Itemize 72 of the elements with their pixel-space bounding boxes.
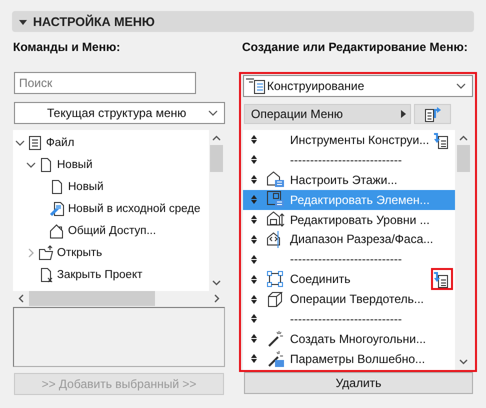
drag-handle-icon (251, 294, 257, 304)
drag-handle-icon (251, 155, 257, 164)
panel-label: Команды и Меню: (13, 40, 122, 56)
scroll-left-icon (18, 294, 24, 303)
section-title: НАСТРОЙКА МЕНЮ (33, 14, 155, 28)
plan-list-icon (266, 190, 285, 210)
collapse-triangle-icon[interactable] (19, 18, 27, 26)
expanded-chevron-icon[interactable] (15, 138, 25, 148)
menu-list-icon (245, 77, 267, 95)
document-icon (38, 157, 54, 173)
drag-handle-icon (251, 234, 257, 244)
menu-operations-button[interactable]: Операции Меню (244, 104, 411, 124)
drag-handle-icon (251, 314, 257, 324)
drag-handle-icon (251, 334, 257, 344)
scroll-right-icon (214, 294, 220, 303)
menu-item-row[interactable]: Операции Твердотель... (243, 289, 455, 310)
document-insert-icon[interactable] (433, 132, 451, 148)
section-header[interactable]: НАСТРОЙКА МЕНЮ (12, 11, 474, 32)
caret-icon (208, 108, 218, 118)
magic-wand-icon (266, 329, 285, 348)
submenu-arrow-icon (401, 110, 407, 118)
menu-item-row[interactable]: Создать Многоугольни... (243, 328, 455, 349)
tree-item[interactable]: Новый (68, 181, 104, 193)
tree-item[interactable]: Закрыть Проект (57, 269, 142, 281)
tree-item[interactable]: Файл (46, 137, 74, 149)
document-icon (49, 179, 65, 195)
document-cross-icon (38, 267, 54, 283)
menu-item-row[interactable]: Настроить Этажи... (243, 170, 455, 190)
scroll-thumb[interactable] (29, 291, 155, 306)
tree-item[interactable]: Новый (57, 159, 92, 171)
house-list-icon (266, 170, 285, 190)
house-levels-icon (266, 210, 285, 229)
magic-wand-list-icon (266, 349, 285, 368)
search-field[interactable]: Поиск (14, 72, 196, 94)
drag-handle-icon (251, 254, 257, 264)
tree-item[interactable]: Общий Доступ... (68, 225, 156, 237)
list-icon (27, 135, 43, 151)
menu-item-row[interactable]: Диапазон Разреза/Фаса... (243, 229, 455, 250)
document-upload-icon (424, 106, 442, 122)
drag-handle-icon (251, 135, 257, 144)
document-brush-icon (49, 201, 65, 217)
scroll-down-icon (459, 359, 468, 365)
tree-item[interactable]: Открыть (57, 247, 102, 259)
menu-item-row[interactable]: Инструменты Конструи... (243, 130, 455, 150)
structure-dropdown[interactable]: Текущая структура меню (14, 102, 225, 124)
delete-button[interactable]: Удалить (244, 372, 473, 394)
menu-item-row[interactable]: Соединить (243, 269, 455, 290)
drag-handle-icon (251, 354, 257, 364)
scroll-thumb[interactable] (210, 145, 222, 172)
folder-icon (38, 245, 54, 261)
scroll-up-icon (212, 135, 220, 141)
drag-handle-icon (251, 274, 257, 284)
menu-item-row[interactable]: ---------------------------- (243, 309, 455, 329)
panel-label: Создание или Редактирование Меню: (242, 40, 469, 56)
menu-item-row[interactable]: ---------------------------- (243, 150, 455, 170)
menu-item-row[interactable]: ---------------------------- (243, 249, 455, 270)
scroll-thumb[interactable] (457, 145, 470, 172)
menu-item-row[interactable]: Параметры Волшебно... (243, 348, 455, 369)
drag-handle-icon (251, 195, 257, 204)
tree-item[interactable]: Новый в исходной среде (68, 203, 200, 215)
drag-handle-icon (251, 215, 257, 224)
menu-item-row[interactable]: Редактировать Уровни ... (243, 210, 455, 230)
solid-block-icon (266, 290, 285, 309)
menu-dropdown[interactable]: Конструирование (243, 75, 473, 97)
import-button[interactable] (414, 104, 451, 124)
scroll-up-icon (459, 135, 468, 141)
expanded-chevron-icon[interactable] (26, 160, 36, 170)
nodes-icon (266, 270, 285, 289)
house-icon (49, 223, 65, 239)
drag-handle-icon (251, 175, 257, 184)
caret-icon (456, 81, 466, 91)
scroll-down-icon (212, 280, 220, 286)
